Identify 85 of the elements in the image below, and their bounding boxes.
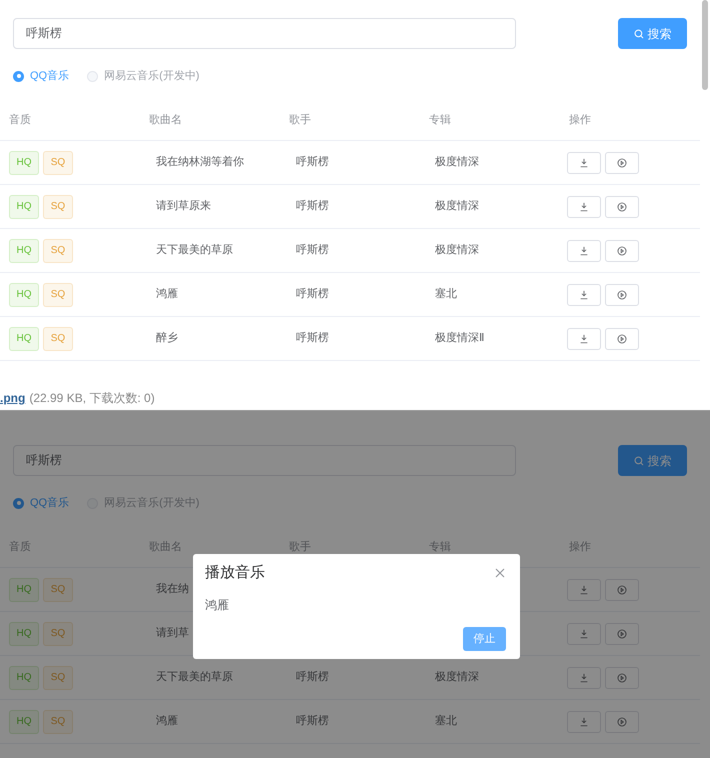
- search-button[interactable]: 搜索: [618, 18, 687, 49]
- download-icon: [579, 202, 589, 212]
- column-header: 歌曲名: [148, 540, 183, 556]
- song-name: 请到草原来: [156, 200, 211, 212]
- search-field[interactable]: 呼斯楞: [13, 445, 516, 476]
- quality-tag: HQ: [9, 326, 39, 350]
- singer-name: 呼斯楞: [296, 671, 329, 684]
- column-header: 歌手: [288, 540, 312, 556]
- download-icon: [579, 672, 589, 682]
- search-button[interactable]: 搜索: [618, 445, 687, 476]
- play-icon: [617, 334, 627, 344]
- play-icon: [617, 290, 627, 300]
- column-header: 歌曲名: [148, 113, 183, 128]
- song-name: 天下最美的草原: [156, 244, 233, 256]
- quality-tag: SQ: [43, 150, 73, 174]
- search-icon: [634, 28, 644, 38]
- column-header: 音质: [8, 112, 32, 128]
- quality-tag: SQ: [43, 238, 73, 262]
- quality-tag: HQ: [9, 150, 39, 174]
- download-icon: [579, 158, 589, 168]
- column-header: 歌手: [288, 113, 312, 128]
- song-name: 请到草: [156, 627, 189, 640]
- quality-tag: SQ: [43, 326, 73, 350]
- quality-tag: HQ: [9, 238, 39, 262]
- column-header: 专辑: [428, 540, 452, 556]
- play-button[interactable]: [605, 622, 639, 644]
- play-icon: [617, 628, 627, 638]
- singer-name: 呼斯楞: [296, 715, 329, 728]
- play-icon: [617, 584, 627, 594]
- download-icon: [579, 716, 589, 726]
- play-button[interactable]: [605, 240, 639, 262]
- play-button[interactable]: [605, 328, 639, 350]
- close-icon[interactable]: [495, 568, 505, 578]
- attachment-link[interactable]: .png: [0, 389, 26, 407]
- singer-name: 呼斯楞: [296, 156, 329, 168]
- play-button[interactable]: [605, 710, 639, 732]
- play-icon: [617, 716, 627, 726]
- scrollbar-thumb[interactable]: [702, 0, 708, 90]
- attachment-info: (22.99 KB, 下载次数: 0): [29, 390, 155, 407]
- song-name: 我在纳: [156, 583, 189, 596]
- singer-name: 呼斯楞: [296, 244, 329, 256]
- singer-name: 呼斯楞: [296, 200, 329, 212]
- song-name: 鸿雁: [156, 288, 178, 300]
- play-button[interactable]: [605, 196, 639, 218]
- column-header: 操作: [568, 113, 592, 128]
- quality-tag: SQ: [43, 282, 73, 306]
- album-name: 极度情深Ⅱ: [435, 332, 484, 344]
- column-header: 专辑: [428, 113, 452, 128]
- play-icon: [617, 202, 627, 212]
- source-radio[interactable]: QQ音乐: [13, 68, 70, 84]
- singer-name: 呼斯楞: [296, 288, 329, 300]
- play-icon: [617, 158, 627, 168]
- download-icon: [579, 584, 589, 594]
- play-button[interactable]: [605, 666, 639, 688]
- download-icon: [579, 246, 589, 256]
- search-icon: [634, 456, 644, 466]
- source-radio[interactable]: QQ音乐: [13, 494, 70, 512]
- play-button[interactable]: [605, 152, 639, 174]
- singer-name: 呼斯楞: [296, 332, 329, 344]
- download-icon: [579, 334, 589, 344]
- dialog-message: 鸿雁: [205, 597, 229, 614]
- play-button[interactable]: [605, 284, 639, 306]
- stop-button[interactable]: 停止: [463, 627, 506, 651]
- song-name: 天下最美的草原: [156, 671, 233, 684]
- song-name: 我在纳林湖等着你: [156, 156, 244, 168]
- play-icon: [617, 672, 627, 682]
- dialog-title: 播放音乐: [205, 562, 265, 583]
- column-header: 音质: [8, 540, 32, 556]
- download-icon: [579, 290, 589, 300]
- play-icon: [617, 246, 627, 256]
- column-header: 操作: [568, 540, 592, 556]
- album-name: 塞北: [435, 715, 457, 728]
- album-name: 极度情深: [435, 671, 479, 684]
- album-name: 塞北: [435, 288, 457, 300]
- album-name: 极度情深: [435, 244, 479, 256]
- quality-tag: SQ: [43, 194, 73, 218]
- download-icon: [579, 628, 589, 638]
- quality-tag: HQ: [9, 282, 39, 306]
- song-name: 鸿雁: [156, 715, 178, 728]
- song-name: 醉乡: [156, 332, 178, 344]
- album-name: 极度情深: [435, 156, 479, 168]
- album-name: 极度情深: [435, 200, 479, 212]
- play-button[interactable]: [605, 578, 639, 600]
- quality-tag: HQ: [9, 194, 39, 218]
- search-field[interactable]: 呼斯楞: [13, 18, 516, 49]
